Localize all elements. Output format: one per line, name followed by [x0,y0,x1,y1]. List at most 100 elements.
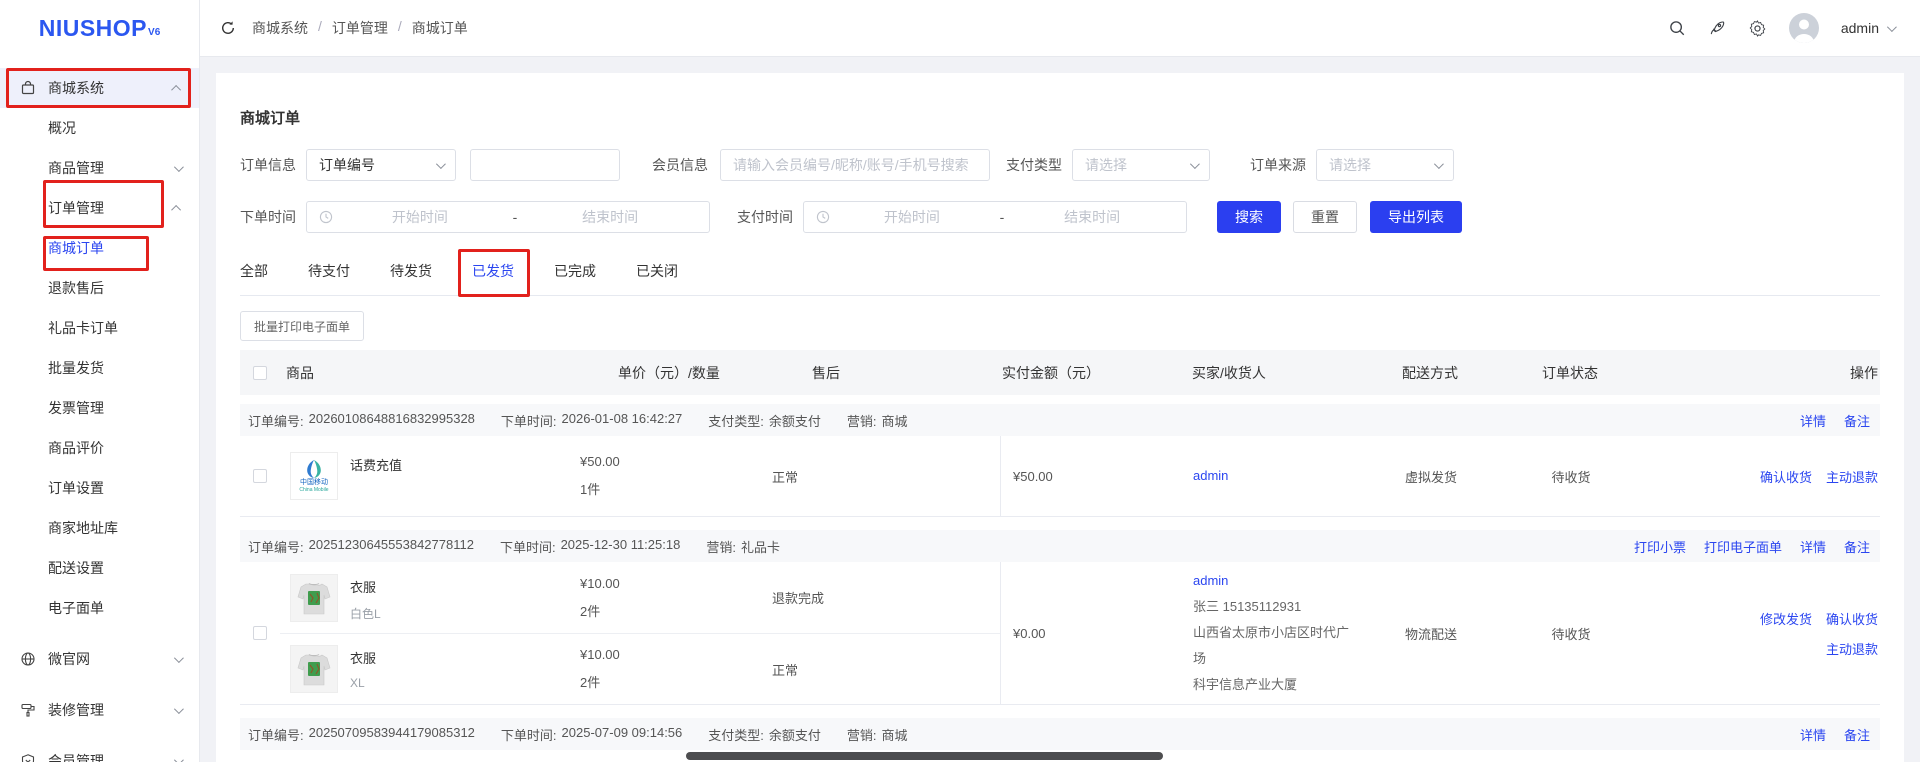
sidebar-item-order-settings[interactable]: 订单设置 [0,468,199,508]
order-time-label: 下单时间: [500,727,557,743]
confirm-receipt-link[interactable]: 确认收货 [1826,609,1878,628]
create-time-range-picker[interactable]: 开始时间 - 结束时间 [306,201,710,233]
sidebar-item-order-management[interactable]: 订单管理 [0,180,199,228]
paint-roller-icon [20,702,36,718]
confirm-receipt-link[interactable]: 确认收货 [1760,467,1812,486]
content-card: 商城订单 订单信息 订单编号 会员信息 支付类型 请选择 [216,73,1904,762]
tab-pending-shipment[interactable]: 待发货 [390,255,432,295]
order-group-header: 订单编号: 20260108648816832995328 下单时间: 2026-0… [240,404,1880,436]
sidebar-item-mall-system[interactable]: 商城系统 [0,68,199,108]
order-no-select[interactable]: 订单编号 [306,149,456,181]
order-no-label: 订单编号: [248,539,304,555]
order-no-input[interactable] [470,149,620,181]
table-header: 商品 单价（元）/数量 售后 实付金额（元） 买家/收货人 配送方式 订单状态 … [240,350,1880,395]
sidebar-item-goods-review[interactable]: 商品评价 [0,428,199,468]
breadcrumb-item[interactable]: 商城订单 [412,18,468,38]
initiate-refund-link[interactable]: 主动退款 [1826,467,1878,486]
sidebar-item-micro-site[interactable]: 微官网 [0,639,199,679]
end-time-placeholder: 结束时间 [582,209,639,225]
buyer-name-link[interactable]: admin [1193,568,1228,594]
sidebar-item-delivery-settings[interactable]: 配送设置 [0,548,199,588]
sidebar-item-batch-shipping[interactable]: 批量发货 [0,348,199,388]
order-checkbox[interactable] [253,626,267,640]
user-menu[interactable]: admin [1841,20,1897,36]
shopping-bag-icon [20,80,36,96]
order-no-value: 20260108648816832995328 [308,410,475,426]
breadcrumb-item[interactable]: 订单管理 [332,18,388,38]
search-icon[interactable] [1668,19,1686,37]
horizontal-scrollbar-thumb[interactable] [686,752,1163,760]
remark-link[interactable]: 备注 [1844,537,1870,556]
order-no-label: 订单编号: [248,727,304,743]
order-source-label: 订单来源 [1250,157,1306,173]
print-receipt-link[interactable]: 打印小票 [1634,537,1686,556]
sidebar-item-refund-aftersale[interactable]: 退款售后 [0,268,199,308]
logo: NIUSHOP V6 [0,0,199,57]
user-avatar[interactable] [1788,13,1819,43]
search-button[interactable]: 搜索 [1217,201,1281,233]
sidebar-item-invoice-management[interactable]: 发票管理 [0,388,199,428]
tab-all[interactable]: 全部 [240,255,268,295]
order-no-input-field[interactable] [483,150,607,180]
pay-time-range-picker[interactable]: 开始时间 - 结束时间 [803,201,1187,233]
sidebar-item-mall-orders[interactable]: 商城订单 [0,228,199,271]
buyer-name-link[interactable]: admin [1193,463,1228,489]
order-group: 订单编号: 20251230645553842778112 下单时间: 2025-1… [240,530,1880,705]
tab-shipped[interactable]: 已发货 [458,249,530,297]
sidebar-item-label: 概况 [48,120,76,136]
topbar-actions: admin [1668,13,1920,43]
product-name: 衣服 [350,579,377,595]
tab-pending-payment[interactable]: 待支付 [308,255,350,295]
modify-shipping-link[interactable]: 修改发货 [1760,609,1812,628]
order-header-links: 详情 备注 [1800,411,1870,430]
chevron-down-icon [1886,21,1897,32]
order-source-select[interactable]: 请选择 [1316,149,1454,181]
order-no-label: 订单编号: [248,413,304,429]
item-qty: 2件 [580,675,601,690]
order-meta: 订单编号: 20251230645553842778112 下单时间: 2025-1… [248,537,780,556]
sidebar-item-merchant-address[interactable]: 商家地址库 [0,508,199,548]
detail-link[interactable]: 详情 [1800,411,1826,430]
sidebar-item-giftcard-orders[interactable]: 礼品卡订单 [0,308,199,348]
sidebar-item-e-waybill[interactable]: 电子面单 [0,588,199,628]
sidebar-item-member-management[interactable]: 会员管理 [0,741,199,762]
sidebar-item-label: 商品评价 [48,440,104,456]
order-checkbox[interactable] [253,469,267,483]
globe-icon [20,651,36,667]
breadcrumb-item[interactable]: 商城系统 [252,18,308,38]
order-item: 衣服 白色L ¥10.00 2件 退款完成 [280,562,1000,633]
order-group: 订单编号: 20250709583944179085312 下单时间: 2025-0… [240,718,1880,750]
order-item: 衣服 XL ¥10.00 2件 正常 [280,633,1000,704]
order-meta: 订单编号: 20250709583944179085312 下单时间: 2025-0… [248,725,908,744]
member-search-input-field[interactable] [733,150,977,180]
refresh-icon[interactable] [220,20,236,36]
select-all-checkbox[interactable] [253,365,267,380]
pay-type-select[interactable]: 请选择 [1072,149,1210,181]
print-waybill-link[interactable]: 打印电子面单 [1704,537,1782,556]
pay-type-label: 支付类型: [708,727,764,743]
remark-link[interactable]: 备注 [1844,411,1870,430]
detail-link[interactable]: 详情 [1800,725,1826,744]
tab-completed[interactable]: 已完成 [554,255,596,295]
export-list-button[interactable]: 导出列表 [1370,201,1462,233]
member-search-input[interactable] [720,149,990,181]
sidebar-item-decoration-management[interactable]: 装修管理 [0,690,199,730]
paid-amount: ¥50.00 [1013,468,1053,484]
sidebar-item-overview[interactable]: 概况 [0,108,199,148]
remark-link[interactable]: 备注 [1844,725,1870,744]
gear-icon[interactable] [1748,19,1767,38]
buyer-cell: admin 张三 15135112931 山西省太原市小店区时代广场 科宇信息产… [1171,562,1361,704]
tab-closed[interactable]: 已关闭 [636,255,678,295]
rocket-icon[interactable] [1708,19,1726,37]
detail-link[interactable]: 详情 [1800,537,1826,556]
order-time-value: 2025-12-30 11:25:18 [560,536,681,552]
product-image-sweatshirt [290,573,338,622]
sidebar-item-label: 批量发货 [48,360,104,376]
order-actions: 确认收货 主动退款 [1641,436,1880,516]
reset-button[interactable]: 重置 [1293,201,1357,233]
sidebar-item-goods-management[interactable]: 商品管理 [0,148,199,188]
initiate-refund-link[interactable]: 主动退款 [1826,639,1878,658]
pay-type-select-value: 请选择 [1085,157,1127,173]
end-time-placeholder: 结束时间 [1064,209,1121,225]
batch-print-waybill-button[interactable]: 批量打印电子面单 [240,311,365,341]
